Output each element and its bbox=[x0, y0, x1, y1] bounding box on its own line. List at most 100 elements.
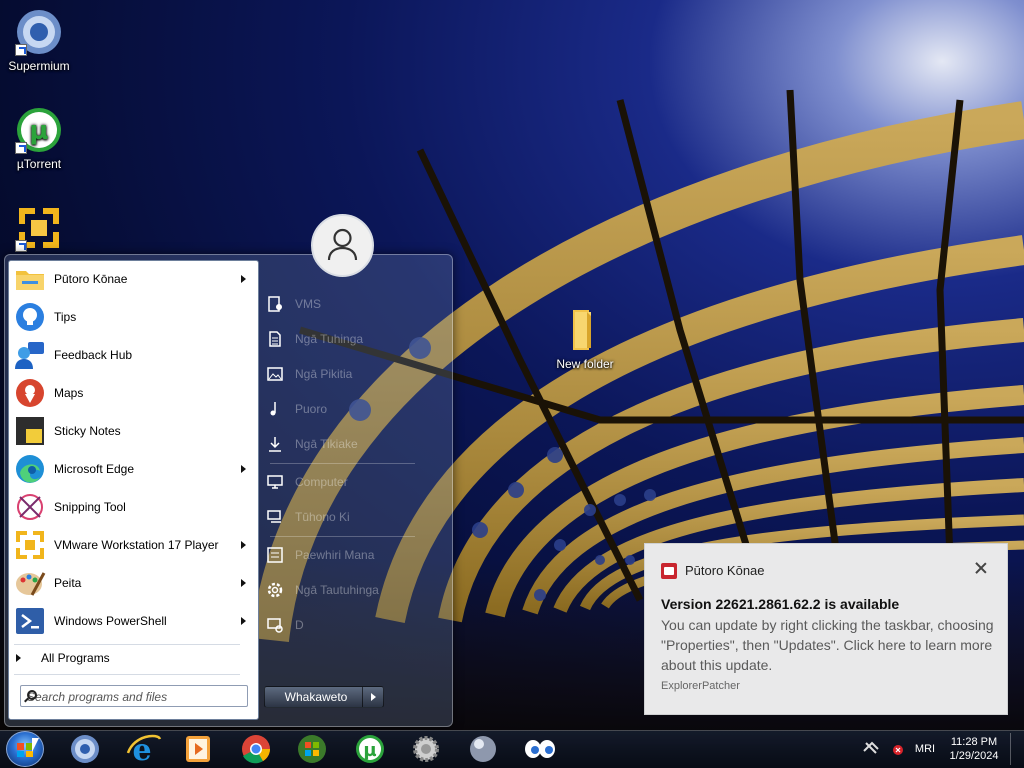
gear-burst-icon bbox=[413, 736, 439, 762]
start-right-label: Ngā Tautuhinga bbox=[295, 583, 379, 597]
explorer-app-icon bbox=[661, 563, 677, 579]
svg-text:µ: µ bbox=[29, 116, 48, 146]
taskbar-eyes-app[interactable] bbox=[520, 733, 560, 765]
close-icon[interactable] bbox=[975, 562, 987, 574]
network-icon[interactable] bbox=[860, 733, 882, 766]
security-alert-icon[interactable] bbox=[888, 733, 908, 766]
start-item-label: Maps bbox=[54, 386, 84, 400]
search-icon bbox=[27, 690, 37, 700]
clock[interactable]: 11:28 PM 1/29/2024 bbox=[942, 735, 1006, 763]
divider bbox=[270, 536, 415, 537]
orb-icon bbox=[470, 736, 496, 762]
windows-xp-icon bbox=[298, 735, 326, 763]
desktop-icon-utorrent[interactable]: µ µTorrent bbox=[1, 106, 77, 171]
desktop-icon-label: New folder bbox=[556, 357, 614, 371]
start-item-sticky-notes[interactable]: Sticky Notes bbox=[10, 413, 255, 449]
computer-icon bbox=[266, 473, 284, 491]
start-right-connect-to[interactable]: Tūhono Ki bbox=[266, 502, 446, 532]
powershell-icon bbox=[14, 605, 46, 637]
utorrent-icon: µ bbox=[15, 106, 63, 154]
desktop-icon-label: Supermium bbox=[8, 59, 70, 73]
feedback-hub-icon bbox=[14, 339, 46, 371]
start-right-pictures[interactable]: Ngā Pikitia bbox=[266, 359, 446, 389]
snipping-tool-icon bbox=[14, 491, 46, 523]
taskbar-gear-app[interactable] bbox=[406, 733, 446, 765]
media-player-icon bbox=[186, 736, 210, 762]
taskbar-media-player[interactable] bbox=[178, 733, 218, 765]
search-placeholder: Search programs and files bbox=[27, 690, 168, 704]
taskbar-internet-explorer[interactable]: e bbox=[122, 733, 162, 768]
start-item-vmware-player[interactable]: VMware Workstation 17 Player bbox=[10, 527, 255, 563]
update-notification[interactable]: Pūtoro Kōnae Version 22621.2861.62.2 is … bbox=[644, 543, 1008, 715]
mouse-cursor bbox=[32, 738, 39, 752]
start-item-label: Tips bbox=[54, 310, 77, 324]
user-avatar[interactable] bbox=[311, 214, 374, 277]
start-right-control-panel[interactable]: Paewhiri Mana bbox=[266, 540, 446, 570]
submenu-arrow-icon bbox=[241, 541, 246, 549]
search-input[interactable]: Search programs and files bbox=[20, 685, 248, 707]
user-icon bbox=[327, 228, 358, 261]
start-item-tips[interactable]: Tips bbox=[10, 299, 255, 335]
downloads-icon bbox=[266, 435, 284, 453]
clock-date: 1/29/2024 bbox=[949, 750, 999, 762]
start-right-documents[interactable]: Ngā Tuhinga bbox=[266, 324, 446, 354]
desktop-icon-supermium[interactable]: Supermium bbox=[1, 8, 77, 73]
shutdown-button[interactable]: Whakaweto bbox=[264, 686, 368, 708]
taskbar-supermium[interactable] bbox=[65, 733, 105, 765]
start-item-paint[interactable]: Peita bbox=[10, 565, 255, 601]
desktop-icon-vmware[interactable] bbox=[1, 204, 77, 255]
shutdown-label: Whakaweto bbox=[284, 690, 348, 704]
start-right-label: Ngā Pikitia bbox=[295, 367, 353, 381]
start-right-computer[interactable]: Computer bbox=[266, 467, 446, 497]
start-right-label: VMS bbox=[295, 297, 322, 311]
notification-body: You can update by right clicking the tas… bbox=[661, 617, 994, 673]
submenu-arrow-icon bbox=[241, 617, 246, 625]
submenu-arrow-icon bbox=[241, 579, 246, 587]
start-item-label: Snipping Tool bbox=[54, 500, 126, 514]
vmware-icon bbox=[14, 529, 46, 561]
supermium-icon bbox=[71, 735, 99, 763]
all-programs-button[interactable]: All Programs bbox=[10, 647, 240, 669]
start-right-music[interactable]: Puoro bbox=[266, 394, 446, 424]
start-right-label: Computer bbox=[295, 475, 348, 489]
taskbar-orb-app[interactable] bbox=[463, 733, 503, 765]
notification-attribution: ExplorerPatcher bbox=[661, 680, 740, 692]
taskbar-utorrent[interactable]: µ bbox=[350, 733, 390, 765]
desktop-icon-new-folder[interactable]: New folder bbox=[547, 306, 623, 371]
start-item-powershell[interactable]: Windows PowerShell bbox=[10, 603, 255, 639]
connect-to-icon bbox=[266, 508, 284, 526]
settings-icon bbox=[266, 581, 284, 599]
start-right-devices[interactable]: D bbox=[266, 610, 446, 640]
utorrent-icon: µ bbox=[356, 735, 384, 763]
start-item-microsoft-edge[interactable]: Microsoft Edge bbox=[10, 451, 255, 487]
start-right-user-folder[interactable]: VMS bbox=[266, 289, 446, 319]
paint-icon bbox=[14, 567, 46, 599]
start-right-settings[interactable]: Ngā Tautuhinga bbox=[266, 575, 446, 605]
clock-time: 11:28 PM bbox=[950, 736, 998, 748]
start-item-label: Pūtoro Kōnae bbox=[54, 272, 128, 286]
taskbar-windows-xp[interactable] bbox=[292, 733, 332, 765]
maps-icon bbox=[14, 377, 46, 409]
divider bbox=[14, 674, 240, 675]
chrome-icon bbox=[242, 735, 270, 764]
start-right-label: Paewhiri Mana bbox=[295, 548, 375, 562]
taskbar-chrome[interactable] bbox=[236, 733, 276, 765]
start-item-label: Feedback Hub bbox=[54, 348, 133, 362]
folder-icon bbox=[561, 306, 609, 354]
divider bbox=[14, 644, 240, 645]
start-item-label: Windows PowerShell bbox=[54, 614, 167, 628]
start-item-file-explorer[interactable]: Pūtoro Kōnae bbox=[10, 261, 255, 297]
start-right-label: Ngā Tuhinga bbox=[295, 332, 364, 346]
start-item-snipping-tool[interactable]: Snipping Tool bbox=[10, 489, 255, 525]
submenu-arrow-icon bbox=[241, 465, 246, 473]
shutdown-options-button[interactable] bbox=[362, 686, 384, 708]
divider bbox=[270, 463, 415, 464]
all-programs-label: All Programs bbox=[41, 651, 110, 665]
start-right-downloads[interactable]: Ngā Tikiake bbox=[266, 429, 446, 459]
show-desktop-button[interactable] bbox=[1010, 733, 1022, 765]
language-indicator[interactable]: MRI bbox=[910, 743, 940, 755]
devices-icon bbox=[266, 616, 284, 634]
start-item-maps[interactable]: Maps bbox=[10, 375, 255, 411]
start-item-feedback-hub[interactable]: Feedback Hub bbox=[10, 337, 255, 373]
start-item-label: Peita bbox=[54, 576, 82, 590]
